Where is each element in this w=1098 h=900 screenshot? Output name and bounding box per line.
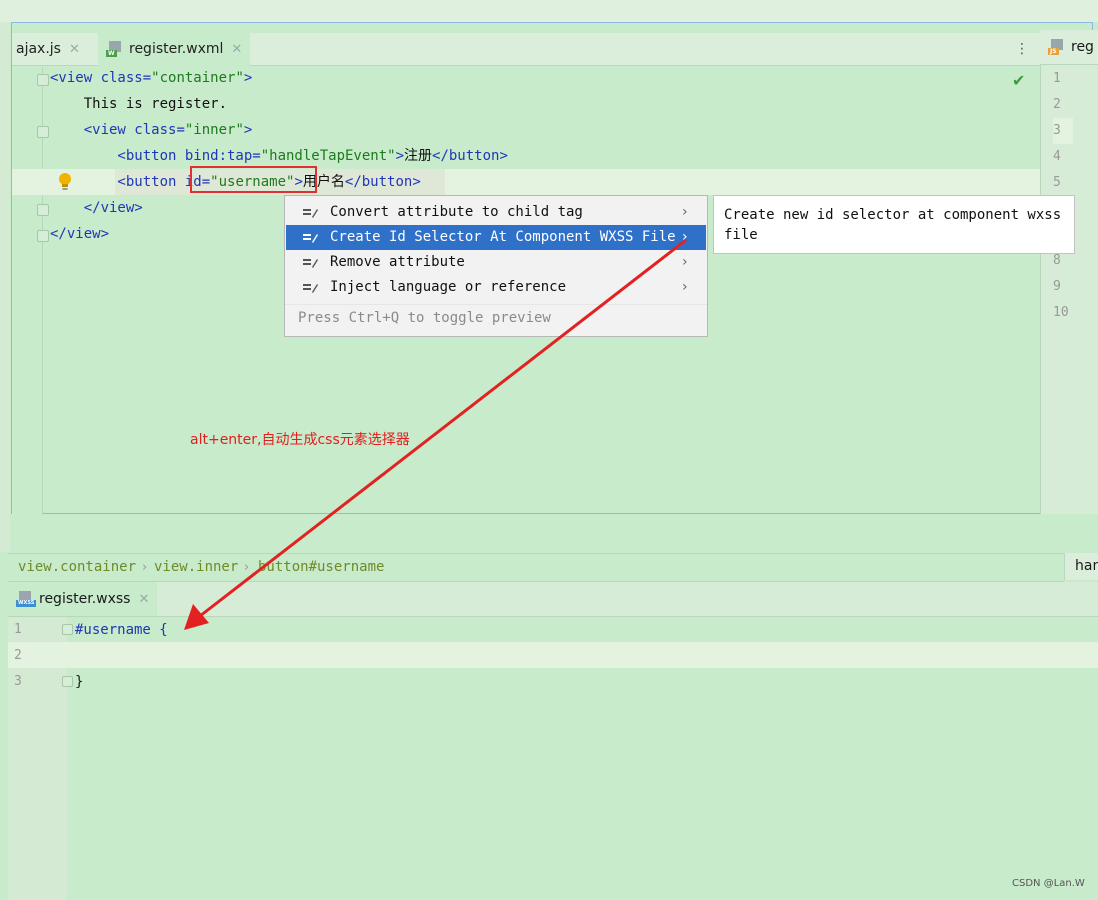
menu-hint: Press Ctrl+Q to toggle preview [298,310,551,326]
wxss-tab-bar: WXSS register.wxss ✕ [8,582,1098,617]
tab-label: ajax.js [16,41,61,57]
tab-label: register.wxss [39,591,131,607]
code-token: This is register. [50,96,228,112]
menu-item-label: Create Id Selector At Component WXSS Fil… [330,229,676,245]
breadcrumb-item[interactable]: view.container [18,554,136,581]
intention-preview-popup: Create new id selector at component wxss… [713,195,1075,254]
js-file-icon: JS [1048,39,1066,55]
menu-item-remove-attribute[interactable]: Remove attribute › [286,250,706,275]
breadcrumb: view.container › view.inner › button#use… [8,553,1064,582]
code-token: > [395,148,405,164]
highlight-box [190,166,317,193]
current-line-highlight [8,642,1098,668]
line-number: 10 [1053,305,1069,320]
line-number: 2 [1053,97,1061,112]
code-line[interactable]: #username { [75,617,168,643]
line-number: 1 [14,622,22,637]
code-token: <view [50,70,101,86]
menu-item-label: Convert attribute to child tag [330,204,583,220]
code-token: <button [50,148,185,164]
line-number: 4 [1053,149,1061,164]
code-token: </button> [432,148,508,164]
line-number: 1 [1053,71,1061,86]
preview-text: file [724,227,758,243]
close-icon[interactable]: ✕ [69,42,80,57]
fold-marker-icon[interactable] [62,624,73,635]
line-number: 3 [1053,118,1073,144]
code-token: <view [50,122,135,138]
fold-marker-icon[interactable] [37,74,49,86]
tab-register-wxss[interactable]: WXSS register.wxss ✕ [8,582,158,616]
left-tool-strip [0,22,10,552]
code-token: "container" [151,70,244,86]
chevron-right-icon: › [682,204,688,220]
tab-label: register.wxml [129,41,224,57]
fold-marker-icon[interactable] [37,230,49,242]
chevron-right-icon: › [682,279,688,295]
intention-icon [303,259,318,268]
code-token: </button> [344,174,421,190]
more-options-icon[interactable]: ⋮ [1014,41,1030,61]
chevron-right-icon: › [244,560,250,575]
code-token: "handleTapEvent" [260,148,396,164]
menu-item-convert-attribute[interactable]: Convert attribute to child tag › [286,200,706,225]
menu-item-create-id-selector[interactable]: Create Id Selector At Component WXSS Fil… [286,225,706,250]
watermark: CSDN @Lan.W [1012,878,1085,889]
code-line[interactable]: <view class="inner"> [50,117,253,143]
tab-register-js[interactable]: JS reg [1040,30,1098,65]
code-line[interactable]: </view> [50,195,143,221]
menu-divider [285,304,707,305]
code-token: </view> [50,226,110,242]
code-token: bind:tap= [184,148,261,164]
line-number: 5 [1053,175,1061,190]
fold-marker-icon[interactable] [37,204,49,216]
fold-marker-icon[interactable] [62,676,73,687]
code-line[interactable]: </view> [50,221,109,247]
code-token: > [243,122,253,138]
code-token: class= [134,122,185,138]
close-icon[interactable]: ✕ [231,42,242,57]
fold-marker-icon[interactable] [37,126,49,138]
chevron-right-icon: › [682,254,688,270]
chevron-right-icon: › [142,560,148,575]
code-line[interactable]: <view class="container"> [50,65,252,91]
code-line[interactable]: } [75,669,83,695]
menu-item-inject-language[interactable]: Inject language or reference › [286,275,706,300]
editor-tab-bar: ajax.js ✕ Wregister.wxml ✕ [12,33,1040,68]
breadcrumb-item[interactable]: button#username [258,554,384,581]
tab-ajax-js[interactable]: ajax.js ✕ [16,33,80,65]
line-number: 9 [1053,279,1061,294]
code-token: class= [100,70,152,86]
intention-icon [303,209,318,218]
line-number: 3 [14,674,22,689]
tab-register-wxml[interactable]: Wregister.wxml ✕ [98,33,251,68]
code-token: 注册 [404,148,433,164]
menu-item-label: Inject language or reference [330,279,567,295]
preview-text: Create new id selector at component wxss [724,207,1062,223]
intention-icon [303,284,318,293]
inspection-ok-icon[interactable]: ✔ [1012,71,1025,90]
intention-actions-menu: Convert attribute to child tag › Create … [284,195,708,337]
code-line[interactable]: This is register. [50,91,227,117]
close-icon[interactable]: ✕ [138,592,149,607]
breadcrumb-item[interactable]: view.inner [154,554,238,581]
menu-item-label: Remove attribute [330,254,465,270]
code-token: "inner" [184,122,244,138]
code-token: </view> [50,200,143,216]
chevron-right-icon: › [682,229,688,245]
breadcrumb-right[interactable]: han [1064,553,1098,580]
code-token: > [243,70,253,86]
line-number: 2 [14,648,22,663]
lightbulb-icon[interactable] [58,172,72,192]
annotation-text: alt+enter,自动生成css元素选择器 [190,432,410,448]
intention-icon [303,234,318,243]
tab-label: reg [1071,39,1094,55]
wxss-file-icon: WXSS [16,591,37,607]
window-top-strip [0,0,1098,22]
wxml-file-icon: W [106,41,124,57]
